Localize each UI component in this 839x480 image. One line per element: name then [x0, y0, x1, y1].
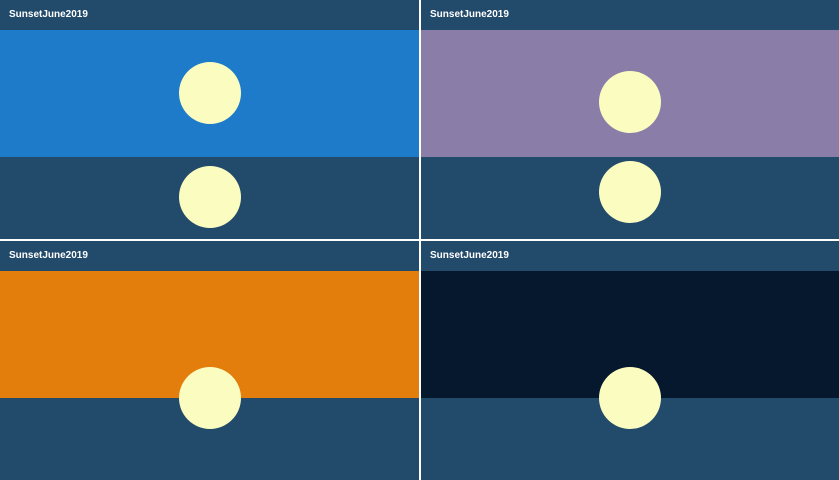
sunset-frame-dusk: SunsetJune2019 — [421, 0, 839, 239]
app-title: SunsetJune2019 — [9, 250, 88, 261]
sunset-frame-day: SunsetJune2019 — [0, 0, 419, 239]
sunset-frame-night: SunsetJune2019 — [421, 241, 839, 480]
sun — [178, 62, 241, 124]
sun-reflection — [599, 161, 661, 223]
app-title-bar: SunsetJune2019 — [421, 0, 839, 30]
sunset-frame-sunset: SunsetJune2019 — [0, 241, 419, 480]
sunset-frames-grid: SunsetJune2019 SunsetJune2019 SunsetJune… — [0, 0, 839, 480]
app-title-bar: SunsetJune2019 — [0, 0, 419, 30]
app-title: SunsetJune2019 — [9, 9, 88, 20]
app-title-bar: SunsetJune2019 — [421, 241, 839, 271]
app-title-bar: SunsetJune2019 — [0, 241, 419, 271]
app-title: SunsetJune2019 — [430, 250, 509, 261]
sun — [599, 367, 661, 429]
app-title: SunsetJune2019 — [430, 9, 509, 20]
sun — [178, 367, 241, 429]
sun-reflection — [178, 166, 241, 228]
sun — [599, 71, 661, 133]
